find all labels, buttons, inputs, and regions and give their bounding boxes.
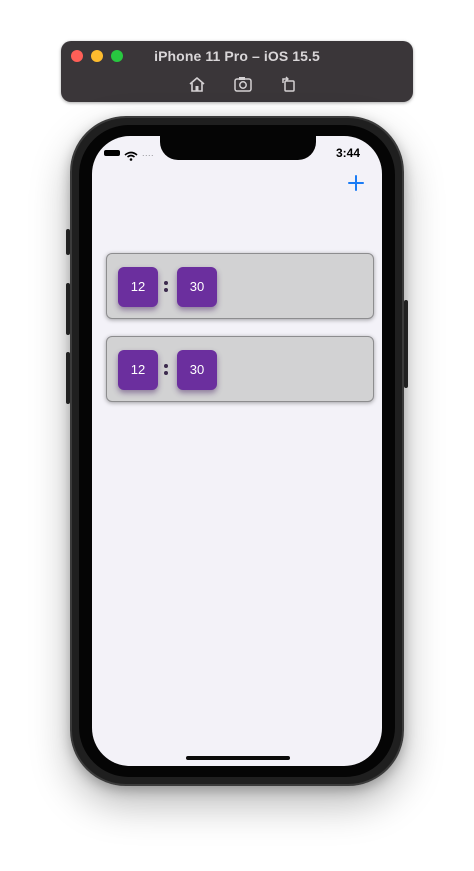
simulator-title: iPhone 11 Pro – iOS 15.5 [154, 48, 320, 64]
power-button [404, 300, 408, 388]
status-indicators: .... [104, 148, 164, 161]
minutes-tile[interactable]: 30 [177, 350, 217, 390]
status-time: 3:44 [335, 146, 360, 160]
minutes-tile[interactable]: 30 [177, 267, 217, 307]
notch [160, 136, 316, 160]
phone-screen: .... 3:44 12 30 12 30 [92, 136, 382, 766]
stage: iPhone 11 Pro – iOS 15.5 .... 3:44 12 30… [0, 0, 474, 871]
rotate-icon[interactable] [279, 75, 299, 93]
simulator-title-bar: iPhone 11 Pro – iOS 15.5 [61, 41, 413, 102]
battery-icon [104, 150, 120, 156]
home-indicator[interactable] [186, 756, 290, 760]
add-button[interactable] [348, 175, 364, 191]
home-icon[interactable] [187, 75, 207, 93]
time-separator [163, 361, 169, 379]
simulator-toolbar [185, 75, 295, 95]
wifi-icon [124, 148, 138, 161]
timer-card[interactable]: 12 30 [106, 253, 374, 319]
hours-tile[interactable]: 12 [118, 267, 158, 307]
hours-tile[interactable]: 12 [118, 350, 158, 390]
timer-card[interactable]: 12 30 [106, 336, 374, 402]
time-separator [163, 278, 169, 296]
screenshot-icon[interactable] [233, 75, 253, 93]
signal-dots: .... [142, 148, 155, 158]
